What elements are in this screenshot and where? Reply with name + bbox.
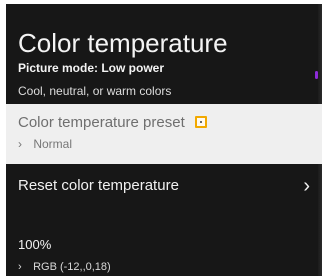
picture-mode-subtitle: Picture mode: Low power — [18, 61, 165, 75]
chevron-right-small-icon: › — [18, 137, 22, 151]
page-title: Color temperature — [18, 28, 228, 58]
reset-label: Reset color temperature — [18, 177, 179, 194]
reset-color-temperature-item[interactable]: Reset color temperature › — [6, 166, 322, 210]
description-text: Cool, neutral, or warm colors — [18, 84, 172, 98]
color-temperature-preset-item[interactable]: Color temperature preset › Normal — [6, 104, 322, 164]
rgb-value-row: › RGB (-12,,0,18) — [18, 261, 111, 274]
color-temperature-panel: Color temperature Picture mode: Low powe… — [6, 4, 322, 276]
rgb-value: RGB (-12,,0,18) — [33, 261, 111, 273]
chevron-right-icon: › — [303, 175, 310, 197]
preset-label-row: Color temperature preset — [18, 114, 207, 132]
options-icon — [194, 116, 207, 128]
preset-value: Normal — [33, 137, 73, 151]
purple-edge-accent — [315, 71, 318, 79]
percent-value: 100% — [18, 237, 52, 252]
preset-value-row: › Normal — [18, 137, 72, 151]
preset-label: Color temperature preset — [18, 114, 185, 131]
chevron-right-small-icon: › — [18, 261, 22, 273]
